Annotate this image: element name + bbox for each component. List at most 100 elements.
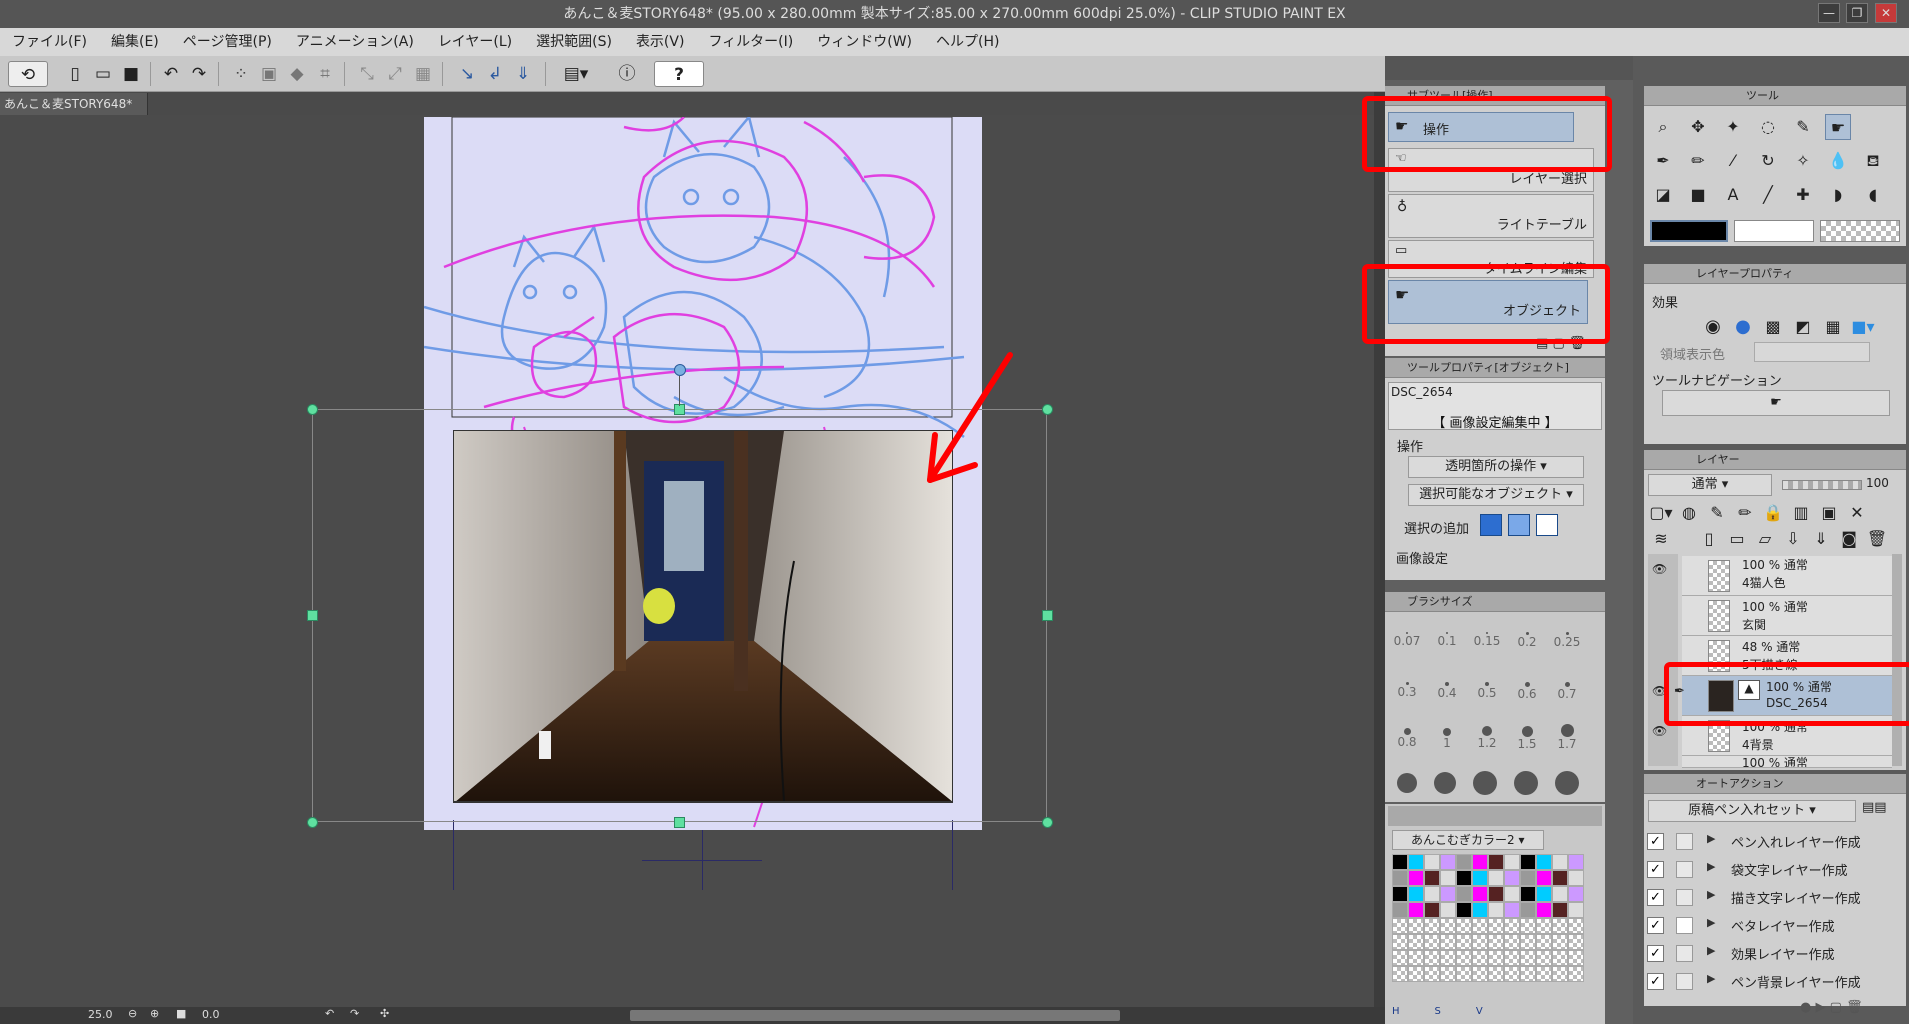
selectable-object-dropdown[interactable]: 選択可能なオブジェクト ▾ <box>1408 484 1584 506</box>
color-swatch[interactable] <box>1568 918 1584 934</box>
auto-action-item[interactable]: ✓ ▶ ペン入れレイヤー作成 <box>1647 828 1895 855</box>
color-swatch[interactable] <box>1568 870 1584 886</box>
color-swatch[interactable] <box>1440 966 1456 982</box>
scale-icon[interactable]: ⤡ <box>354 61 380 87</box>
zoom-tool-icon[interactable]: ⌕ <box>1650 114 1676 140</box>
color-swatch[interactable] <box>1520 870 1536 886</box>
color-swatch[interactable] <box>1568 886 1584 902</box>
check-icon[interactable]: ✓ <box>1647 889 1664 906</box>
corner-handle[interactable] <box>1042 404 1053 415</box>
fill-icon[interactable]: ◆ <box>284 61 310 87</box>
brush-size-cell[interactable]: 1.2 <box>1468 718 1506 768</box>
brush-size-cell[interactable]: 0.07 <box>1388 618 1426 668</box>
color-swatch[interactable] <box>1536 886 1552 902</box>
reset-rotation-icon[interactable]: ✣ <box>380 1007 389 1020</box>
color-swatch[interactable] <box>1408 886 1424 902</box>
balloon-tool-icon[interactable]: ◗ <box>1825 182 1851 208</box>
brush-size-large[interactable] <box>1396 773 1417 793</box>
pen-tool-icon[interactable]: ✒ <box>1650 148 1676 174</box>
sub-color-swatch[interactable] <box>1734 220 1814 242</box>
color-set-dropdown[interactable]: あんこむぎカラー2 ▾ <box>1392 830 1544 850</box>
color-swatch[interactable] <box>1392 902 1408 918</box>
color-swatch[interactable] <box>1504 966 1520 982</box>
color-swatch[interactable] <box>1392 934 1408 950</box>
brush-size-cell[interactable]: 1.5 <box>1508 718 1546 768</box>
brush-size-large[interactable] <box>1433 772 1456 794</box>
color-swatch[interactable] <box>1504 918 1520 934</box>
selection-mode-add[interactable] <box>1508 514 1530 536</box>
color-swatch[interactable] <box>1488 886 1504 902</box>
color-swatch[interactable] <box>1488 950 1504 966</box>
text-tool-icon[interactable]: A <box>1720 182 1746 208</box>
dialog-toggle[interactable] <box>1676 917 1693 934</box>
color-swatch[interactable] <box>1552 902 1568 918</box>
brush-size-cell[interactable]: 0.5 <box>1468 668 1506 718</box>
menu-filter[interactable]: フィルター(I) <box>696 28 805 56</box>
brush-size-large[interactable] <box>1514 771 1539 795</box>
color-swatch[interactable] <box>1504 870 1520 886</box>
pattern-effect-icon[interactable]: ▦ <box>1820 314 1846 340</box>
color-swatch[interactable] <box>1440 870 1456 886</box>
color-swatch[interactable] <box>1408 854 1424 870</box>
color-swatch[interactable] <box>1488 854 1504 870</box>
color-swatch[interactable] <box>1408 934 1424 950</box>
brush-size-cell[interactable]: 0.8 <box>1388 718 1426 768</box>
color-swatch[interactable] <box>1408 902 1424 918</box>
area-color-field[interactable] <box>1754 342 1870 362</box>
delete-layer-icon[interactable]: 🗑 <box>1864 526 1890 552</box>
brush-size-cell[interactable]: 0.3 <box>1388 668 1426 718</box>
dialog-toggle[interactable] <box>1676 833 1693 850</box>
color-swatch[interactable] <box>1392 854 1408 870</box>
frame-mode-icon[interactable]: ▤▾ <box>556 61 596 87</box>
opacity-slider[interactable] <box>1782 480 1862 490</box>
color-swatch[interactable] <box>1536 918 1552 934</box>
color-swatch[interactable] <box>1504 934 1520 950</box>
color-swatch[interactable] <box>1472 950 1488 966</box>
line-tool-icon[interactable]: ╱ <box>1755 182 1781 208</box>
brush-size-cell[interactable]: 1 <box>1428 718 1466 768</box>
transform-icon[interactable]: ⌗ <box>312 61 338 87</box>
expand-icon[interactable]: ▶ <box>1707 860 1715 873</box>
new-folder-icon[interactable]: ▱ <box>1752 526 1778 552</box>
select-tool-icon[interactable]: ✦ <box>1720 114 1746 140</box>
menu-file[interactable]: ファイル(F) <box>0 28 99 56</box>
edge-handle[interactable] <box>674 817 685 828</box>
expand-icon[interactable]: ▶ <box>1707 888 1715 901</box>
menu-view[interactable]: 表示(V) <box>624 28 697 56</box>
info-icon[interactable]: ⓘ <box>614 61 640 87</box>
ruler-tool-icon[interactable]: ✚ <box>1790 182 1816 208</box>
color-swatch[interactable] <box>1392 886 1408 902</box>
color-swatch[interactable] <box>1520 854 1536 870</box>
color-swatch[interactable] <box>1472 870 1488 886</box>
airbrush-tool-icon[interactable]: ↻ <box>1755 148 1781 174</box>
menu-page[interactable]: ページ管理(P) <box>171 28 284 56</box>
snap-grid-icon[interactable]: ⇓ <box>510 61 536 87</box>
ruler-layer-icon[interactable]: ✕ <box>1844 500 1870 526</box>
rotate-left-icon[interactable]: ↶ <box>325 1007 334 1020</box>
color-swatch[interactable] <box>1536 902 1552 918</box>
color-swatch[interactable] <box>1568 934 1584 950</box>
operation-tool-icon[interactable]: ☛ <box>1825 114 1851 140</box>
color-swatch[interactable] <box>1504 854 1520 870</box>
menu-animation[interactable]: アニメーション(A) <box>284 28 426 56</box>
play-icon[interactable]: ▶ <box>1815 1000 1825 1015</box>
rotate-right-icon[interactable]: ↷ <box>350 1007 359 1020</box>
dialog-toggle[interactable] <box>1676 861 1693 878</box>
color-swatch[interactable] <box>1456 854 1472 870</box>
check-icon[interactable]: ✓ <box>1647 945 1664 962</box>
color-swatch[interactable] <box>1424 966 1440 982</box>
color-swatch[interactable] <box>1568 966 1584 982</box>
color-swatch[interactable] <box>1488 918 1504 934</box>
color-swatch[interactable] <box>1392 966 1408 982</box>
color-swatch[interactable] <box>1424 934 1440 950</box>
close-button[interactable]: ✕ <box>1875 3 1897 23</box>
transparent-op-dropdown[interactable]: 透明箇所の操作 ▾ <box>1408 456 1584 478</box>
stop-icon[interactable]: ● <box>1800 1000 1811 1015</box>
main-color-swatch[interactable] <box>1650 220 1728 242</box>
open-file-icon[interactable]: ▭ <box>90 61 116 87</box>
dialog-toggle[interactable] <box>1676 889 1693 906</box>
snap-special-ruler-icon[interactable]: ↲ <box>482 61 508 87</box>
subtool-item-light-table[interactable]: ♁ ライトテーブル <box>1388 194 1594 238</box>
color-swatch[interactable] <box>1472 902 1488 918</box>
gradient-tool-icon[interactable]: ◪ <box>1650 182 1676 208</box>
